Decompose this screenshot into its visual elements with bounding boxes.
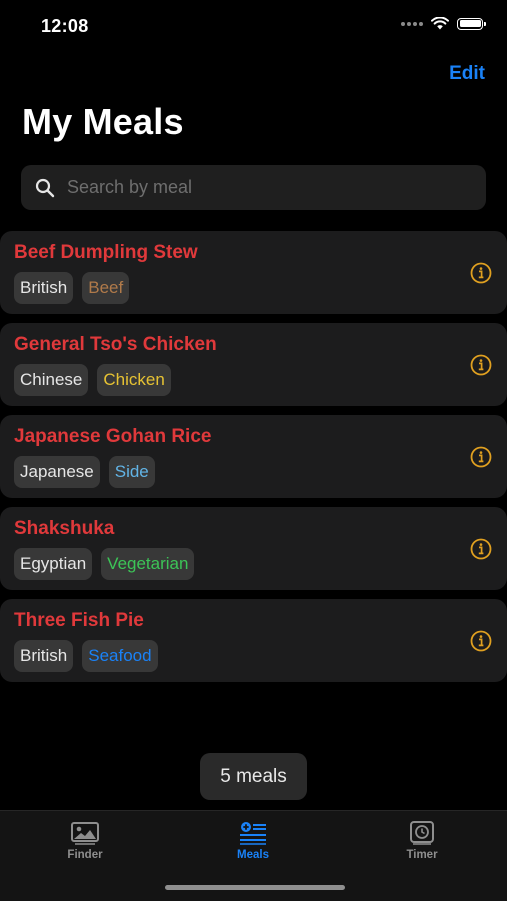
area-tag: Chinese [14,364,89,396]
meal-tags: Egyptian Vegetarian [14,548,195,580]
area-tag: Egyptian [14,548,93,580]
tab-label: Timer [406,849,438,861]
category-tag: Seafood [82,640,158,672]
tab-timer[interactable]: Timer [362,821,482,861]
meal-name: Three Fish Pie [14,610,144,631]
cellular-signal-icon [401,21,423,26]
info-icon[interactable] [470,630,492,652]
meal-tags: Chinese Chicken [14,364,171,396]
list-add-icon [240,822,266,845]
tab-meals[interactable]: Meals [193,821,313,861]
category-tag: Vegetarian [101,548,195,580]
info-icon[interactable] [470,446,492,468]
status-time: 12:08 [41,16,89,36]
meal-row[interactable]: Japanese Gohan Rice Japanese Side [0,415,507,498]
search-field[interactable] [21,165,486,210]
home-indicator [165,885,345,890]
page-title: My Meals [22,101,184,142]
battery-icon [457,17,486,30]
wifi-icon [431,17,449,30]
area-tag: Japanese [14,456,100,488]
photo-icon [71,822,99,845]
timer-icon [410,821,434,845]
meal-tags: British Seafood [14,640,158,672]
tab-label: Finder [67,849,103,861]
info-icon[interactable] [470,354,492,376]
meal-count-badge: 5 meals [200,753,307,800]
area-tag: British [14,272,74,304]
meal-row[interactable]: Three Fish Pie British Seafood [0,599,507,682]
tab-finder[interactable]: Finder [25,821,145,861]
edit-button[interactable]: Edit [449,63,485,85]
meal-name: General Tso's Chicken [14,334,217,355]
meal-row[interactable]: Shakshuka Egyptian Vegetarian [0,507,507,590]
meal-tags: Japanese Side [14,456,155,488]
meal-name: Japanese Gohan Rice [14,426,212,447]
info-icon[interactable] [470,262,492,284]
search-input[interactable] [67,177,447,198]
status-bar: 12:08 [0,0,507,54]
meal-row[interactable]: Beef Dumpling Stew British Beef [0,231,507,314]
status-icons [401,17,486,30]
category-tag: Beef [82,272,130,304]
area-tag: British [14,640,74,672]
meal-row[interactable]: General Tso's Chicken Chinese Chicken [0,323,507,406]
meal-name: Shakshuka [14,518,115,539]
meal-list: Beef Dumpling Stew British Beef General … [0,231,507,691]
tab-label: Meals [237,849,269,861]
battery-level [459,20,481,27]
category-tag: Chicken [97,364,171,396]
meal-tags: British Beef [14,272,130,304]
meal-name: Beef Dumpling Stew [14,242,198,263]
search-icon [35,178,55,197]
category-tag: Side [108,456,155,488]
info-icon[interactable] [470,538,492,560]
